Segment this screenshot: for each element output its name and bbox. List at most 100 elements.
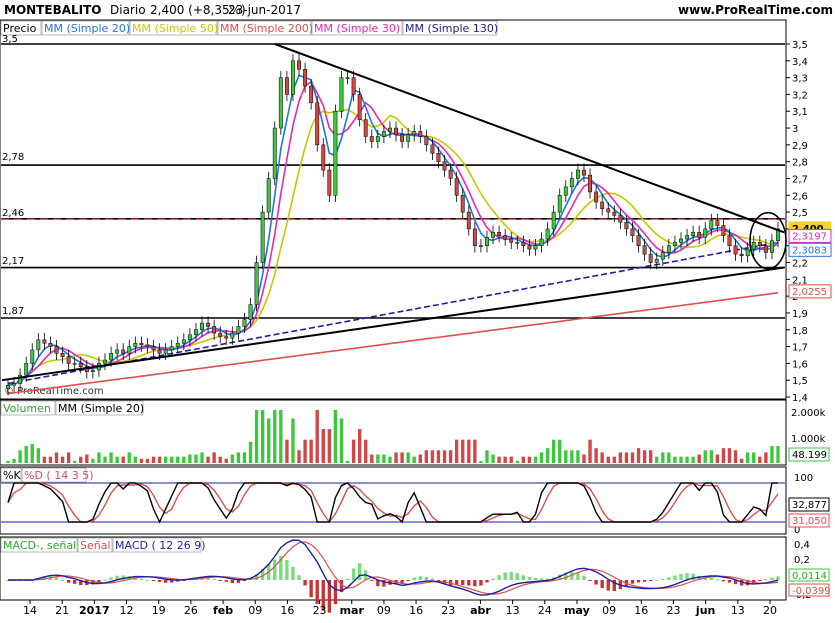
macd-bar	[424, 576, 429, 580]
candle-body	[551, 211, 556, 230]
volume-bar	[551, 439, 556, 463]
candle-body	[36, 339, 41, 351]
macd-bar	[497, 575, 501, 580]
candle-body	[175, 342, 180, 347]
candle-body	[266, 178, 271, 213]
candle-body	[206, 322, 211, 327]
macd-bar	[218, 580, 222, 581]
macd-bar	[764, 578, 768, 580]
candle-body	[200, 322, 204, 331]
candle-body	[181, 339, 186, 344]
volume-bar	[648, 450, 653, 463]
volume-bar	[242, 452, 247, 463]
candle-body	[260, 211, 265, 263]
macd-bar	[630, 580, 635, 584]
x-tick-label: 13	[506, 604, 520, 617]
volume-bar	[630, 452, 635, 463]
candle-body	[369, 136, 374, 142]
candle-body	[394, 127, 398, 136]
candle-body	[521, 242, 526, 246]
macd-bar	[73, 580, 77, 584]
x-tick-label: 21	[55, 604, 69, 617]
candle-body	[406, 134, 411, 142]
candle-body	[321, 144, 326, 171]
period-label: Diario	[110, 3, 146, 17]
candle-body	[345, 77, 350, 79]
volume-tick-1000k: 1.000k	[791, 434, 826, 445]
candle-body	[770, 240, 774, 253]
x-tick-label: 26	[184, 604, 198, 617]
volume-bar	[618, 452, 623, 463]
macd-bar	[655, 579, 659, 581]
volume-bar	[697, 454, 701, 463]
volume-bar	[612, 456, 616, 463]
macd-bar	[109, 577, 113, 580]
candle-body	[297, 60, 301, 70]
macd-bar	[521, 575, 526, 580]
macd-bar	[212, 578, 216, 580]
x-tick-label: jun	[695, 604, 715, 617]
macd-bar	[54, 577, 59, 580]
ma20-line	[7, 74, 779, 386]
volume-bar	[66, 452, 71, 463]
volume-bar	[667, 452, 671, 463]
x-tick-label: 20	[763, 604, 777, 617]
volume-bar	[394, 452, 398, 463]
legend-ma50[interactable]: MM (Simple 50)	[132, 22, 218, 35]
volume-bar	[515, 460, 519, 463]
candle-body	[333, 110, 338, 196]
volume-bar	[503, 456, 507, 463]
candle-body	[12, 383, 16, 386]
ascending-trendline	[1, 266, 785, 382]
price-tick-label: 2,6	[792, 191, 808, 202]
macd-tick-0-4: 0,4	[794, 540, 810, 551]
candle-body	[666, 245, 671, 253]
legend-ma130[interactable]: MM (Simple 130)	[405, 22, 498, 35]
volume-bar	[376, 454, 380, 463]
candle-body	[230, 332, 235, 339]
volume-bar	[727, 448, 732, 463]
macd-bar	[642, 580, 647, 582]
volume-bar	[6, 460, 10, 463]
price-panel	[0, 19, 787, 400]
candle-body	[442, 161, 447, 171]
macd-bar	[430, 578, 435, 580]
candle-body	[454, 178, 459, 196]
legend-ma20[interactable]: MM (Simple 20)	[44, 22, 130, 35]
candle-body	[557, 195, 562, 213]
volume-bar	[236, 452, 241, 463]
candle-body	[430, 144, 435, 154]
price-tick-label: 3,4	[792, 57, 808, 68]
legend-ma200[interactable]: MM (Simple 200)	[220, 22, 313, 35]
site-label: www.ProRealTime.com	[678, 3, 833, 17]
candle-body	[24, 363, 29, 376]
x-tick-label: 14	[23, 604, 37, 617]
x-tick-label: 16	[280, 604, 294, 617]
volume-bar	[661, 452, 665, 463]
volume-bar	[758, 456, 762, 463]
candle-body	[363, 119, 368, 137]
x-tick-label: mar	[340, 604, 365, 617]
volume-bar	[315, 410, 319, 463]
candle-body	[224, 336, 229, 339]
volume-bar	[558, 439, 562, 463]
chart-canvas[interactable]: MONTEBALITO Diario 2,400 (+8,35%) 23-jun…	[0, 0, 835, 620]
volume-bar	[370, 454, 374, 463]
candle-body	[503, 235, 508, 240]
candle-body	[582, 169, 586, 176]
macd-bar	[515, 573, 519, 580]
volume-bar	[254, 410, 259, 463]
price-badge-label: 2,0255	[792, 287, 827, 298]
price-tick-label: 1,9	[792, 309, 808, 320]
candle-body	[600, 201, 605, 209]
volume-bar	[424, 450, 429, 463]
volume-bar	[18, 450, 22, 463]
macd-bar	[479, 580, 483, 586]
legend-ma30[interactable]: MM (Simple 30)	[314, 22, 400, 35]
volume-bar	[521, 456, 526, 463]
volume-bar	[91, 458, 95, 463]
macd-bar	[103, 579, 107, 581]
volume-bar	[194, 454, 198, 463]
x-tick-label: 12	[120, 604, 134, 617]
volume-bar	[30, 443, 34, 463]
